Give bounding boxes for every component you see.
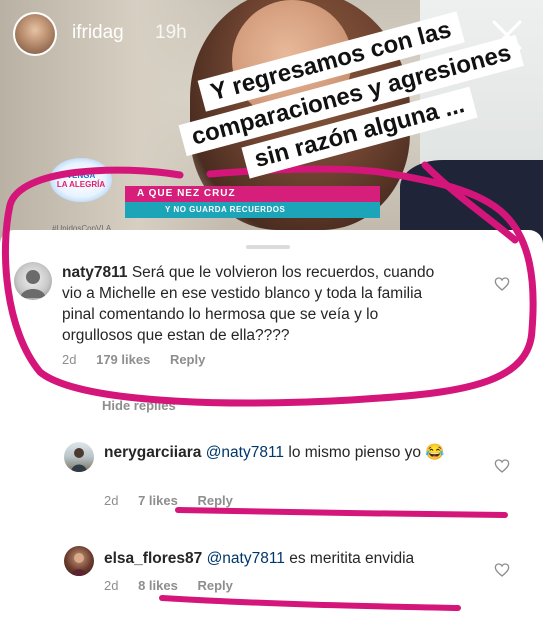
reply-meta: 2d 7 likes Reply — [104, 493, 249, 508]
reply-mention[interactable]: @naty7811 — [207, 550, 285, 567]
tv-show-logo: VENGA LA ALEGRÍA — [50, 158, 112, 202]
hide-replies-button[interactable]: Hide replies — [102, 398, 176, 413]
reply-text: elsa_flores87 @naty7811 es meritita envi… — [104, 548, 484, 569]
story-username[interactable]: ifridag — [72, 22, 124, 44]
user-silhouette-icon — [20, 270, 46, 298]
tv-logo-line1: VENGA — [66, 171, 96, 180]
reply-text: nerygarciiara @naty7811 lo mismo pienso … — [104, 442, 474, 463]
comment-meta: 2d 179 likes Reply — [62, 352, 221, 367]
heart-icon[interactable] — [494, 562, 510, 578]
comment-avatar[interactable] — [14, 262, 52, 300]
reply-body: lo mismo pienso yo 😂 — [288, 444, 445, 461]
tv-logo-line2: LA ALEGRÍA — [56, 180, 106, 189]
reply-username[interactable]: elsa_flores87 — [104, 550, 202, 567]
user-photo-icon — [71, 448, 87, 472]
comment-likes[interactable]: 179 likes — [96, 352, 150, 367]
reply-button[interactable]: Reply — [197, 493, 232, 508]
comment-text: naty7811 Será que le volvieron los recue… — [62, 262, 452, 346]
reply-meta: 2d 8 likes Reply — [104, 578, 249, 593]
reply-mention[interactable]: @naty7811 — [206, 444, 284, 461]
reply-likes[interactable]: 8 likes — [138, 578, 178, 593]
reply-avatar[interactable] — [64, 546, 94, 576]
reply-time: 2d — [104, 578, 119, 593]
reply-avatar[interactable] — [64, 442, 94, 472]
reply-button[interactable]: Reply — [197, 578, 232, 593]
user-photo-icon — [71, 553, 87, 576]
heart-icon[interactable] — [494, 276, 510, 292]
avatar-photo — [15, 14, 55, 54]
comment-username[interactable]: naty7811 — [62, 264, 128, 281]
reply-button[interactable]: Reply — [170, 352, 205, 367]
heart-icon[interactable] — [494, 458, 510, 474]
sheet-drag-handle[interactable] — [246, 245, 290, 249]
reply-likes[interactable]: 7 likes — [138, 493, 178, 508]
reply-body: es meritita envidia — [289, 550, 415, 567]
comment-time: 2d — [62, 352, 77, 367]
story-avatar[interactable] — [13, 12, 57, 56]
reply-time: 2d — [104, 493, 119, 508]
story-timestamp: 19h — [155, 22, 187, 43]
reply-username[interactable]: nerygarciiara — [104, 444, 201, 461]
